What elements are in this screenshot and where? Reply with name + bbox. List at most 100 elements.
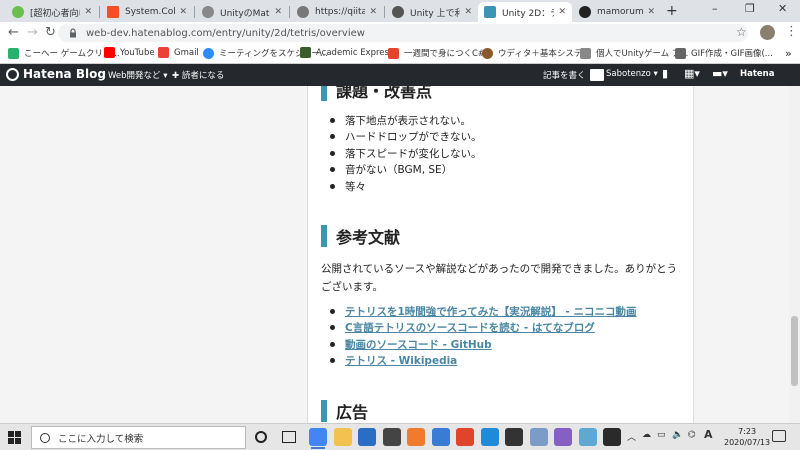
task-view-icon[interactable]	[282, 431, 296, 443]
web-dev-menu[interactable]: Web開発など ▾	[108, 69, 168, 81]
store-taskbar-icon[interactable]	[382, 428, 401, 446]
tab-favicon-icon	[392, 6, 404, 18]
tab-4[interactable]: https://qiita-ima ✕	[291, 2, 383, 22]
bookmark-item[interactable]: ウディタ＋基本システ...	[482, 47, 591, 59]
clock-time: 7:23	[738, 427, 757, 436]
list-item: C言語テトリスのソースコードを読む - はてなブログ	[330, 320, 636, 337]
subscribe-button[interactable]: ✚ 読者になる	[172, 69, 224, 81]
tab-close-icon[interactable]: ✕	[647, 7, 655, 17]
bookmark-item[interactable]: こーへー ゲームクリエ...	[8, 47, 120, 59]
search-placeholder: ここに入力して検索	[58, 433, 144, 445]
apps-grid-icon[interactable]: ▦▾	[684, 67, 700, 80]
tab-close-icon[interactable]: ✕	[369, 7, 377, 17]
bookmark-item[interactable]: Gmail	[158, 47, 199, 58]
windows-start-icon[interactable]	[8, 431, 21, 444]
bookmark-item[interactable]: YouTube	[104, 47, 155, 58]
reference-link[interactable]: テトリス - Wikipedia	[345, 353, 457, 368]
browser-tab-strip: [超初心者向け] ✕ System.Collectio ✕ UnityのMate…	[0, 0, 800, 22]
bookmark-label: Gmail	[174, 47, 199, 58]
app-orange-taskbar-icon[interactable]	[407, 428, 425, 446]
tab-close-icon[interactable]: ✕	[464, 7, 472, 17]
reload-icon[interactable]: ↻	[45, 25, 56, 40]
app-paint-taskbar-icon[interactable]	[578, 428, 597, 446]
action-center-icon[interactable]	[772, 430, 786, 442]
heading-accent-bar	[321, 86, 327, 101]
battery-icon[interactable]: ▭	[657, 430, 666, 440]
chrome-taskbar-icon[interactable]	[309, 428, 327, 449]
tab-2[interactable]: System.Collectio ✕	[101, 2, 193, 22]
write-article-button[interactable]: 記事を書く	[543, 69, 586, 81]
hatena-logo-icon	[6, 67, 19, 81]
notifications-icon[interactable]: ▬▾	[712, 67, 728, 80]
system-clock[interactable]: 7:23 2020/07/13	[724, 426, 770, 448]
user-menu[interactable]: Sabotenzo ▾	[606, 69, 658, 79]
tab-3[interactable]: UnityのMaterial ✕	[196, 2, 288, 22]
visual-studio-taskbar-icon[interactable]	[554, 428, 572, 446]
taskbar-search-box[interactable]: ここに入力して検索	[31, 426, 246, 449]
new-tab-button[interactable]: +	[666, 3, 678, 19]
hatena-blog-logo[interactable]: Hatena Blog	[6, 67, 106, 81]
tab-close-icon[interactable]: ✕	[179, 7, 187, 17]
cloud-icon[interactable]: ☁	[642, 430, 651, 440]
bookmark-flag-icon[interactable]: ▮	[662, 67, 668, 80]
cortana-icon[interactable]	[255, 431, 267, 443]
article-body: 課題・改善点 落下地点が表示されない。 ハードドロップができない。 落下スピード…	[307, 86, 694, 423]
tab-favicon-icon	[107, 6, 119, 18]
tab-close-icon[interactable]: ✕	[274, 7, 282, 17]
app-dark-taskbar-icon[interactable]	[603, 428, 621, 446]
bookmark-favicon-icon	[8, 47, 19, 59]
bookmark-favicon-icon	[388, 47, 399, 59]
ime-indicator[interactable]: A	[704, 428, 713, 441]
scrollbar-thumb[interactable]	[791, 316, 798, 386]
bookmarks-bar: こーへー ゲームクリエ... YouTube Gmail ミーティングをスケジュ…	[0, 44, 800, 64]
tab-6-active[interactable]: Unity 2D：テトリ ✕	[478, 2, 572, 22]
bookmarks-overflow-icon[interactable]: »	[785, 47, 792, 60]
profile-avatar[interactable]	[760, 25, 775, 40]
user-avatar[interactable]	[590, 69, 604, 81]
tab-5[interactable]: Unity 上で利用可 ✕	[386, 2, 478, 22]
list-item: テトリス - Wikipedia	[330, 353, 636, 370]
bookmark-item[interactable]: GIF作成・GIF画像(...	[675, 47, 773, 59]
explorer-taskbar-icon[interactable]	[333, 428, 352, 446]
list-item: ハードドロップができない。	[330, 129, 482, 146]
bookmark-favicon-icon	[482, 47, 493, 59]
tab-close-icon[interactable]: ✕	[558, 7, 566, 17]
network-icon[interactable]: ⌬	[688, 430, 696, 440]
bookmark-item[interactable]: 一週間で身につくC#...	[388, 47, 493, 59]
back-arrow-icon[interactable]: ←	[8, 25, 19, 40]
heading-accent-bar	[321, 225, 327, 247]
hatena-brand[interactable]: Hatena	[740, 69, 774, 79]
edge-taskbar-icon[interactable]	[480, 428, 499, 446]
clock-date: 2020/07/13	[724, 438, 771, 447]
tab-7[interactable]: mamorum/tetri ✕	[573, 2, 661, 22]
close-window-button[interactable]: ✕	[778, 2, 787, 15]
address-bar[interactable]: web-dev.hatenablog.com/entry/unity/2d/te…	[58, 24, 748, 42]
tab-favicon-icon	[579, 6, 591, 18]
heading-accent-bar	[321, 400, 327, 422]
lock-icon	[70, 28, 76, 38]
youtube-icon	[104, 47, 115, 58]
office-taskbar-icon[interactable]	[456, 428, 474, 446]
reference-link[interactable]: 動画のソースコード - GitHub	[345, 337, 492, 352]
maximize-button[interactable]: ❐	[745, 2, 755, 15]
bookmark-item[interactable]: Academic Express3	[300, 47, 399, 58]
reference-link[interactable]: テトリスを1時間強で作ってみた【実況解説】 - ニコニコ動画	[345, 304, 636, 319]
tab-favicon-icon	[297, 6, 309, 18]
tray-overflow-icon[interactable]: ︿	[627, 430, 636, 443]
tab-close-icon[interactable]: ✕	[84, 7, 92, 17]
browser-menu-icon[interactable]: ⋮	[785, 24, 798, 39]
forward-arrow-icon[interactable]: →	[27, 25, 38, 40]
minimize-button[interactable]: –	[712, 2, 718, 15]
reference-link[interactable]: C言語テトリスのソースコードを読む - はてなブログ	[345, 320, 595, 335]
tab-1[interactable]: [超初心者向け] ✕	[6, 2, 98, 22]
bookmark-item[interactable]: 個人でUnityゲーム ア...	[580, 47, 688, 59]
volume-icon[interactable]: 🔈	[672, 430, 683, 440]
app-tools-taskbar-icon[interactable]	[529, 428, 548, 446]
tab-favicon-icon	[202, 6, 214, 18]
windows-taskbar: ここに入力して検索 ︿ ☁ ▭ 🔈 ⌬ A 7:23 2020/07/13	[0, 423, 800, 450]
mail-taskbar-icon[interactable]	[358, 428, 376, 446]
unity-taskbar-icon[interactable]	[505, 428, 523, 446]
app-blue-taskbar-icon[interactable]	[431, 428, 450, 446]
references-list: テトリスを1時間強で作ってみた【実況解説】 - ニコニコ動画 C言語テトリスのソ…	[330, 303, 636, 369]
bookmark-star-icon[interactable]: ☆	[736, 25, 747, 39]
